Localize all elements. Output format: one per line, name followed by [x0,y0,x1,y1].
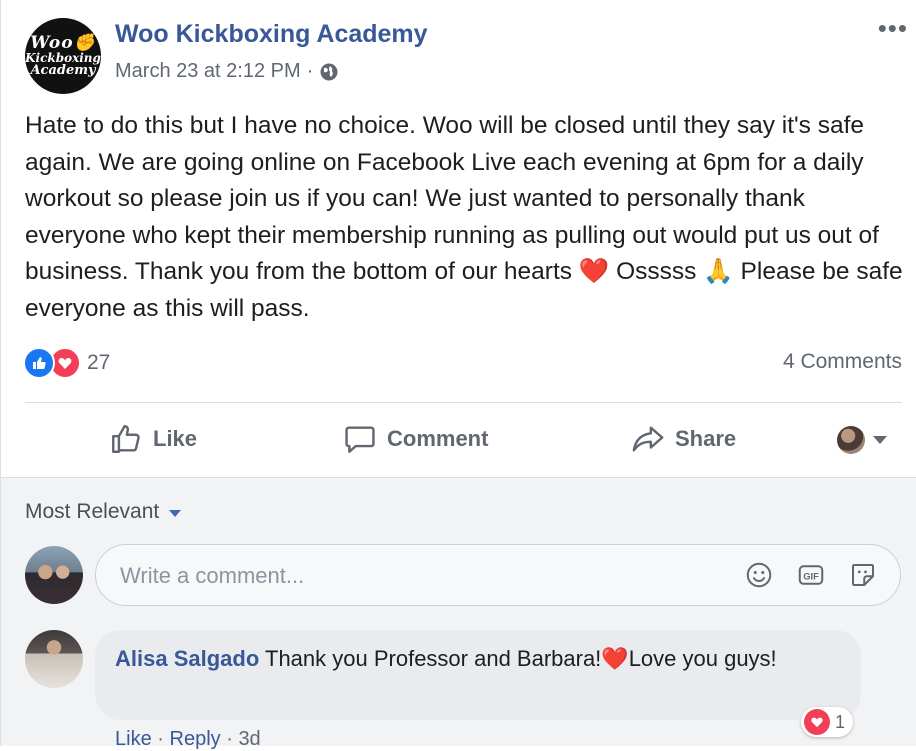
comment-author-avatar[interactable] [25,630,83,688]
share-button[interactable]: Share [631,422,736,456]
commenter-avatar[interactable] [25,546,83,604]
avatar-logo-line3: Academy [30,63,96,78]
share-label: Share [675,426,737,451]
comment-bubble: Alisa Salgado Thank you Professor and Ba… [95,630,861,720]
avatar-logo-line1: Woo✊ [30,33,96,53]
comment-sort-dropdown[interactable]: Most Relevant [25,500,182,524]
like-reaction-icon [23,347,55,379]
comment-input[interactable] [118,545,722,606]
comment-button[interactable]: Comment [343,422,488,456]
reactions-summary[interactable]: 27 [23,347,110,379]
love-reaction-icon [804,709,830,735]
reaction-count: 27 [87,351,111,374]
sort-label: Most Relevant [25,500,160,523]
like-label: Like [153,426,198,451]
comment-actions: Like · Reply · 3d [115,728,261,751]
facebook-post: Woo✊ Kickboxing Academy Woo Kickboxing A… [0,0,916,750]
like-button[interactable]: Like [109,422,197,456]
thumbs-up-icon [112,425,140,453]
more-options-button[interactable]: ••• [878,15,908,41]
caret-down-icon [169,509,182,517]
comment-bubble-icon [345,426,375,453]
post-body-text: Hate to do this but I have no choice. Wo… [25,112,903,322]
chevron-down-icon [873,436,887,444]
comment-label: Comment [387,426,489,451]
sticker-icon[interactable] [848,560,878,590]
audience-selector[interactable] [837,426,887,454]
comment-time[interactable]: 3d [238,728,260,750]
current-user-avatar [837,426,865,454]
comment-like-link[interactable]: Like [115,728,152,750]
meta-separator: · [306,60,314,82]
action-separator: · [157,728,164,750]
gif-icon[interactable]: GIF [796,560,826,590]
share-arrow-icon [632,426,664,452]
divider [25,402,902,403]
page-name-link[interactable]: Woo Kickboxing Academy [115,20,428,49]
comment-reaction-badge[interactable]: 1 [801,707,854,737]
post-action-bar: Like Comment Share [1,404,916,476]
comment-reaction-count: 1 [835,711,846,732]
comment-input-tools: GIF [744,560,878,590]
post-meta: March 23 at 2:12 PM · [115,60,339,83]
globe-icon[interactable] [319,62,339,82]
page-avatar[interactable]: Woo✊ Kickboxing Academy [25,18,101,94]
comment-input-box[interactable]: GIF [95,544,901,606]
post-timestamp[interactable]: March 23 at 2:12 PM [115,60,301,83]
emoji-icon[interactable] [744,560,774,590]
comments-count-link[interactable]: 4 Comments [783,350,902,374]
svg-text:GIF: GIF [803,571,819,581]
comment-author-link[interactable]: Alisa Salgado [115,646,259,671]
comment-reply-link[interactable]: Reply [170,728,221,750]
comment-text: Thank you Professor and Barbara!❤️Love y… [265,646,777,671]
comments-section: Most Relevant GIF Alisa Salgado Thank yo… [1,478,916,750]
action-separator: · [226,728,233,750]
